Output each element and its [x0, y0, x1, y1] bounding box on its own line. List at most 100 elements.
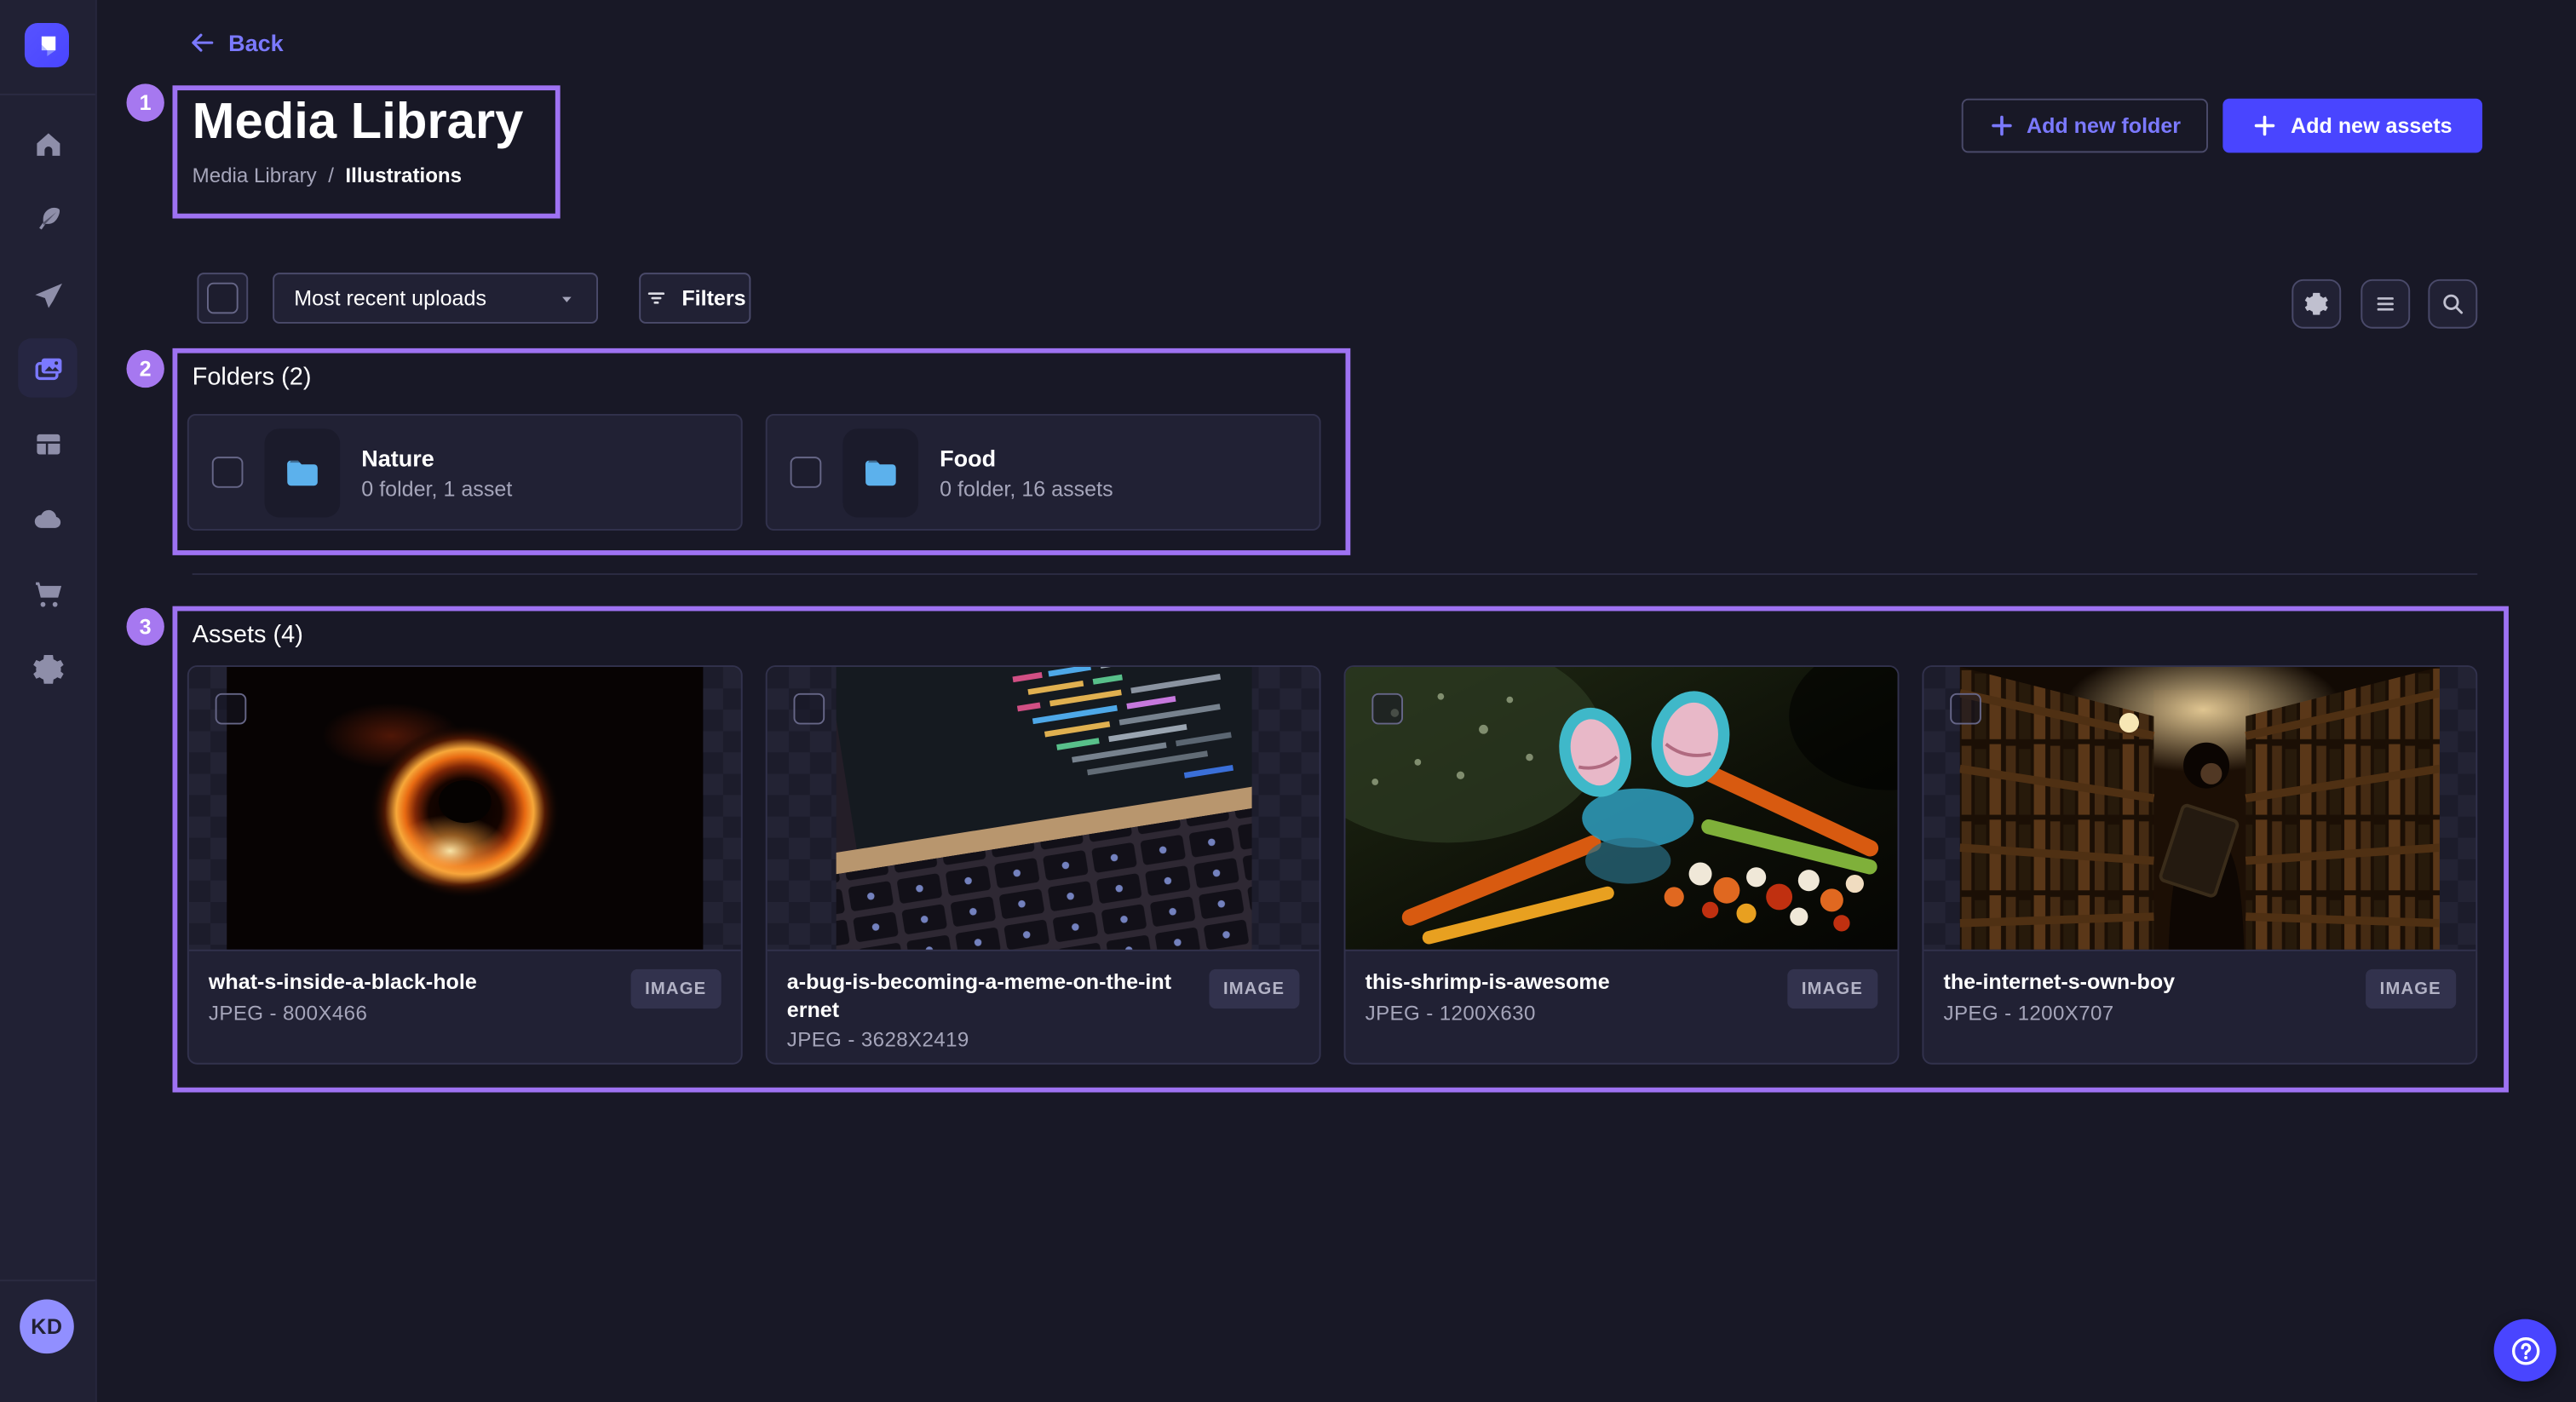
folder-icon: [860, 451, 902, 493]
asset-title: this-shrimp-is-awesome: [1366, 969, 1610, 997]
asset-type-badge: IMAGE: [1209, 969, 1300, 1008]
asset-card-internets-own-boy[interactable]: the-internet-s-own-boy JPEG - 1200X707 I…: [1922, 665, 2477, 1065]
send-icon: [31, 279, 65, 313]
asset-title: a-bug-is-becoming-a-meme-on-the-internet: [787, 969, 1178, 1024]
layout-icon: [31, 426, 65, 460]
breadcrumb-current: Illustrations: [345, 164, 462, 187]
add-new-assets-label: Add new assets: [2291, 113, 2452, 138]
search-button[interactable]: [2428, 279, 2477, 329]
back-link[interactable]: Back: [189, 30, 284, 56]
asset-meta: JPEG - 1200X707: [1943, 1001, 2175, 1024]
folder-thumbnail: [842, 428, 918, 516]
asset-card-bug-meme[interactable]: a-bug-is-becoming-a-meme-on-the-internet…: [766, 665, 1321, 1065]
search-icon: [2440, 290, 2466, 317]
add-new-folder-button[interactable]: Add new folder: [1962, 99, 2208, 153]
sort-select[interactable]: Most recent uploads: [273, 273, 598, 324]
folders-heading: Folders (2): [193, 363, 312, 391]
asset-footer: what-s-inside-a-black-hole JPEG - 800X46…: [189, 950, 741, 1043]
asset-footer: this-shrimp-is-awesome JPEG - 1200X630 I…: [1345, 950, 1897, 1043]
help-button[interactable]: [2494, 1319, 2556, 1382]
asset-checkbox[interactable]: [1950, 693, 1981, 725]
plus-icon: [1989, 113, 2014, 138]
sidebar-item-settings[interactable]: [18, 639, 77, 698]
asset-footer: the-internet-s-own-boy JPEG - 1200X707 I…: [1923, 950, 2475, 1043]
asset-type-badge: IMAGE: [2365, 969, 2456, 1008]
list-view-button[interactable]: [2360, 279, 2410, 329]
sidebar: KD: [0, 0, 97, 1402]
sidebar-item-content-type-builder[interactable]: [18, 414, 77, 473]
select-all-checkbox[interactable]: [207, 283, 239, 314]
list-icon: [2372, 290, 2399, 317]
add-new-folder-label: Add new folder: [2027, 113, 2181, 138]
folder-meta: 0 folder, 16 assets: [940, 476, 1113, 501]
asset-footer: a-bug-is-becoming-a-meme-on-the-internet…: [768, 950, 1320, 1065]
sort-select-value: Most recent uploads: [294, 286, 486, 311]
asset-thumbnail: [1923, 667, 2475, 950]
media-settings-button[interactable]: [2291, 279, 2341, 329]
asset-meta: JPEG - 800X466: [209, 1001, 477, 1024]
asset-type-badge: IMAGE: [1786, 969, 1877, 1008]
laptop-code-image: [836, 667, 1251, 950]
sidebar-item-deploy[interactable]: [18, 490, 77, 549]
section-divider: [193, 573, 2478, 575]
sidebar-item-marketplace[interactable]: [18, 563, 77, 622]
home-icon: [31, 127, 65, 161]
asset-meta: JPEG - 3628X2419: [787, 1028, 1178, 1051]
asset-checkbox[interactable]: [1371, 693, 1403, 725]
settings-icon: [31, 652, 65, 686]
page-title: Media Library: [193, 92, 524, 151]
back-label: Back: [228, 30, 284, 56]
asset-thumbnail: [1345, 667, 1897, 950]
filter-icon: [644, 286, 669, 311]
asset-thumbnail: [189, 667, 741, 950]
sidebar-item-media-library[interactable]: [18, 338, 77, 397]
folder-thumbnail: [264, 428, 340, 516]
breadcrumb-separator: /: [328, 164, 334, 187]
asset-card-shrimp[interactable]: this-shrimp-is-awesome JPEG - 1200X630 I…: [1344, 665, 1900, 1065]
gear-icon: [2303, 290, 2330, 317]
annotation-marker-2: 2: [126, 350, 164, 388]
asset-checkbox[interactable]: [793, 693, 825, 725]
cart-icon: [31, 576, 65, 610]
library-portrait-image: [1960, 667, 2440, 950]
breadcrumb-parent[interactable]: Media Library: [193, 164, 317, 187]
asset-checkbox[interactable]: [216, 693, 247, 725]
annotation-marker-1: 1: [126, 83, 164, 121]
cloud-icon: [31, 502, 65, 536]
caret-down-icon: [557, 288, 577, 307]
select-all-checkbox-button[interactable]: [197, 273, 248, 324]
sidebar-item-content[interactable]: [18, 189, 77, 248]
filters-button[interactable]: Filters: [639, 273, 750, 324]
asset-title: what-s-inside-a-black-hole: [209, 969, 477, 997]
filters-label: Filters: [681, 286, 745, 311]
sidebar-divider-top: [0, 94, 95, 95]
folder-icon: [281, 451, 324, 493]
strapi-logo[interactable]: [25, 23, 69, 67]
add-new-assets-button[interactable]: Add new assets: [2222, 99, 2482, 153]
folder-meta: 0 folder, 1 asset: [361, 476, 512, 501]
media-library-icon: [29, 349, 66, 387]
folder-card-food[interactable]: Food 0 folder, 16 assets: [766, 414, 1321, 531]
folder-checkbox[interactable]: [212, 457, 244, 488]
folder-name: Food: [940, 444, 1113, 474]
asset-meta: JPEG - 1200X630: [1366, 1001, 1610, 1024]
breadcrumb: Media Library / Illustrations: [193, 164, 462, 187]
annotation-marker-3: 3: [126, 608, 164, 646]
user-avatar[interactable]: KD: [20, 1299, 74, 1353]
folder-name: Nature: [361, 444, 512, 474]
folder-card-nature[interactable]: Nature 0 folder, 1 asset: [187, 414, 743, 531]
asset-card-black-hole[interactable]: what-s-inside-a-black-hole JPEG - 800X46…: [187, 665, 743, 1065]
back-arrow-icon: [189, 30, 216, 56]
assets-heading: Assets (4): [193, 621, 303, 649]
sidebar-divider-bottom: [0, 1279, 95, 1281]
question-circle-icon: [2508, 1333, 2543, 1368]
asset-type-badge: IMAGE: [630, 969, 722, 1008]
black-hole-image: [227, 667, 703, 950]
shrimp-image: [1345, 667, 1897, 950]
folder-checkbox[interactable]: [791, 457, 822, 488]
media-library-page: KD Back Media Library Media Library / Il…: [0, 0, 2576, 1402]
asset-title: the-internet-s-own-boy: [1943, 969, 2175, 997]
strapi-logo-icon: [33, 32, 61, 60]
sidebar-item-releases[interactable]: [18, 266, 77, 325]
sidebar-item-home[interactable]: [18, 115, 77, 174]
